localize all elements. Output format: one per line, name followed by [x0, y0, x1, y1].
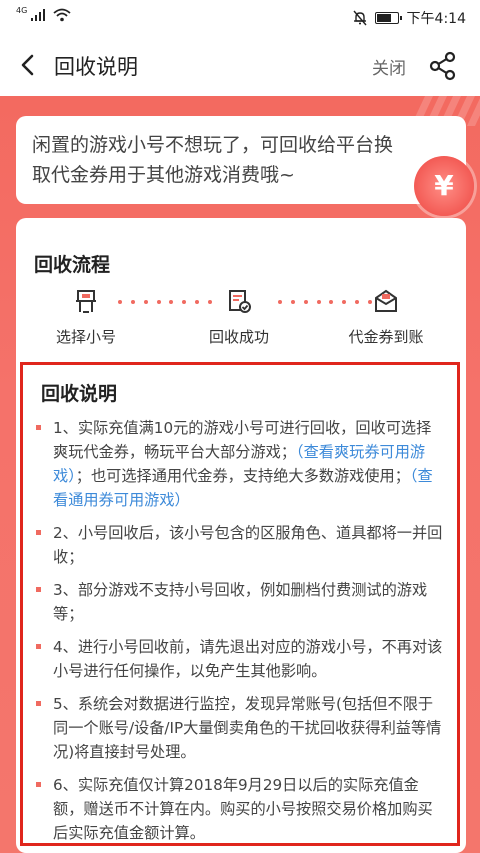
description-item-2: 2、小号回收后，该小号包含的区服角色、道具都将一并回收； [35, 521, 445, 569]
description-box: 回收说明 1、实际充值满10元的游戏小号可进行回收，回收可选择爽玩代金券，畅玩平… [20, 362, 460, 846]
main-card: 回收流程 选择小号 回收成功 代金券到账 回收说明 1、实际充值满10元的游戏小… [16, 218, 466, 853]
description-item-3: 3、部分游戏不支持小号回收，例如删档付费测试的游戏等； [35, 578, 445, 626]
flow-step-success: 回收成功 [194, 288, 284, 347]
signal-icon [31, 9, 46, 21]
wifi-icon [53, 8, 71, 22]
network-type: 4G [16, 6, 28, 15]
flow-step-voucher: 代金券到账 [336, 288, 436, 347]
flow-title: 回收流程 [34, 254, 111, 276]
flow-step-label: 选择小号 [55, 328, 116, 346]
recycle-success-icon [229, 290, 251, 313]
voucher-received-icon [375, 289, 397, 312]
description-item-5: 5、系统会对数据进行监控，发现异常账号(包括但不限于同一个账号/设备/IP大量倒… [35, 692, 445, 764]
battery-icon [374, 12, 402, 24]
intro-text-line2: 取代金券用于其他游戏消费哦~ [32, 164, 295, 186]
back-arrow-icon[interactable] [14, 50, 44, 80]
flow-step-select: 选择小号 [41, 288, 131, 347]
intro-card: 闲置的游戏小号不想玩了，可回收给平台换 取代金券用于其他游戏消费哦~ [16, 116, 466, 204]
description-item-1: 1、实际充值满10元的游戏小号可进行回收，回收可选择爽玩代金券，畅玩平台大部分游… [35, 416, 445, 512]
coin-icon: ¥ [414, 156, 474, 216]
item1-middle-text: ；也可选择通用代金券，支持绝大多数游戏使用； [75, 467, 410, 485]
share-icon[interactable] [428, 51, 458, 81]
mute-bell-icon [353, 10, 367, 26]
close-button[interactable]: 关闭 [372, 54, 406, 79]
status-left: 4G [16, 6, 71, 22]
status-bar: 4G 下午4:14 [0, 0, 480, 34]
nav-bar: 回收说明 关闭 [0, 34, 480, 96]
clock: 下午4:14 [406, 11, 466, 27]
select-account-icon [76, 290, 96, 313]
description-item-4: 4、进行小号回收前，请先退出对应的游戏小号，不再对该小号进行任何操作，以免产生其… [35, 635, 445, 683]
description-item-6: 6、实际充值仅计算2018年9月29日以后的实际充值金额，赠送币不计算在内。购买… [35, 773, 445, 845]
intro-text-line1: 闲置的游戏小号不想玩了，可回收给平台换 [32, 134, 394, 156]
description-title: 回收说明 [41, 383, 118, 405]
page-title: 回收说明 [54, 55, 138, 79]
status-right: 下午4:14 [353, 8, 466, 28]
flow-step-label: 回收成功 [208, 328, 269, 346]
flow-step-label: 代金券到账 [348, 328, 424, 346]
